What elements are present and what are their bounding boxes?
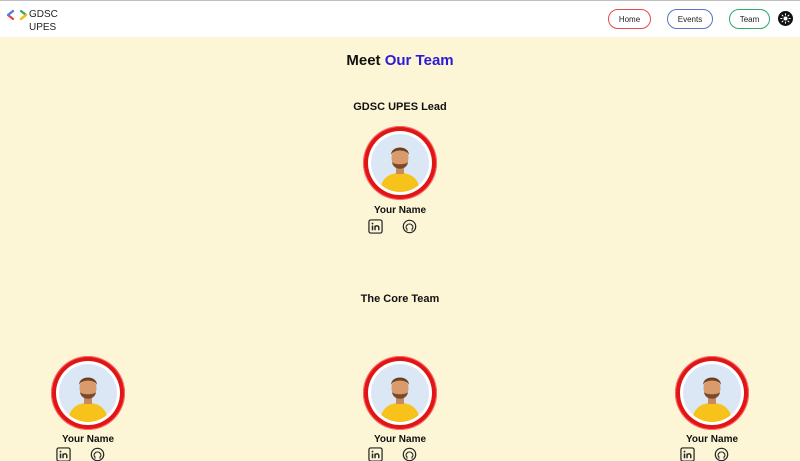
member-name: Your Name [373, 434, 427, 445]
linkedin-icon[interactable] [680, 447, 695, 461]
nav-events-button[interactable]: Events [667, 9, 713, 29]
nav-home-button[interactable]: Home [608, 9, 651, 29]
github-icon[interactable] [402, 219, 417, 234]
core-section-heading: The Core Team [360, 293, 440, 305]
navbar: GDSC UPES Home Events Team [0, 0, 800, 37]
github-icon[interactable] [90, 447, 105, 461]
member-name: Your Name [61, 434, 115, 445]
brand-line1: GDSC [29, 9, 58, 20]
avatar-photo [371, 364, 429, 422]
avatar-photo [683, 364, 741, 422]
linkedin-icon[interactable] [368, 219, 383, 234]
linkedin-icon[interactable] [368, 447, 383, 461]
avatar-photo [371, 134, 429, 192]
avatar [675, 356, 749, 430]
avatar [51, 356, 125, 430]
social-links [355, 219, 445, 235]
social-links [43, 447, 133, 461]
avatar [363, 126, 437, 200]
github-icon[interactable] [402, 447, 417, 461]
title-prefix: Meet [346, 52, 381, 69]
theme-toggle-button[interactable] [778, 11, 793, 26]
page-title: Meet Our Team [0, 52, 800, 69]
member-name: Your Name [685, 434, 739, 445]
social-links [667, 447, 757, 461]
nav-team-button[interactable]: Team [729, 9, 770, 29]
social-links [355, 447, 445, 461]
brand-line2: UPES [29, 22, 57, 33]
sun-icon [780, 13, 791, 24]
title-accent: Our Team [384, 52, 454, 69]
avatar-photo [59, 364, 117, 422]
avatar [363, 356, 437, 430]
brand-logo[interactable]: GDSC UPES [7, 7, 67, 35]
member-name: Your Name [373, 205, 427, 216]
lead-section-heading: GDSC UPES Lead [353, 101, 447, 113]
brand-name: GDSC UPES [29, 8, 58, 34]
gdsc-logo-icon [7, 10, 27, 20]
linkedin-icon[interactable] [56, 447, 71, 461]
github-icon[interactable] [714, 447, 729, 461]
